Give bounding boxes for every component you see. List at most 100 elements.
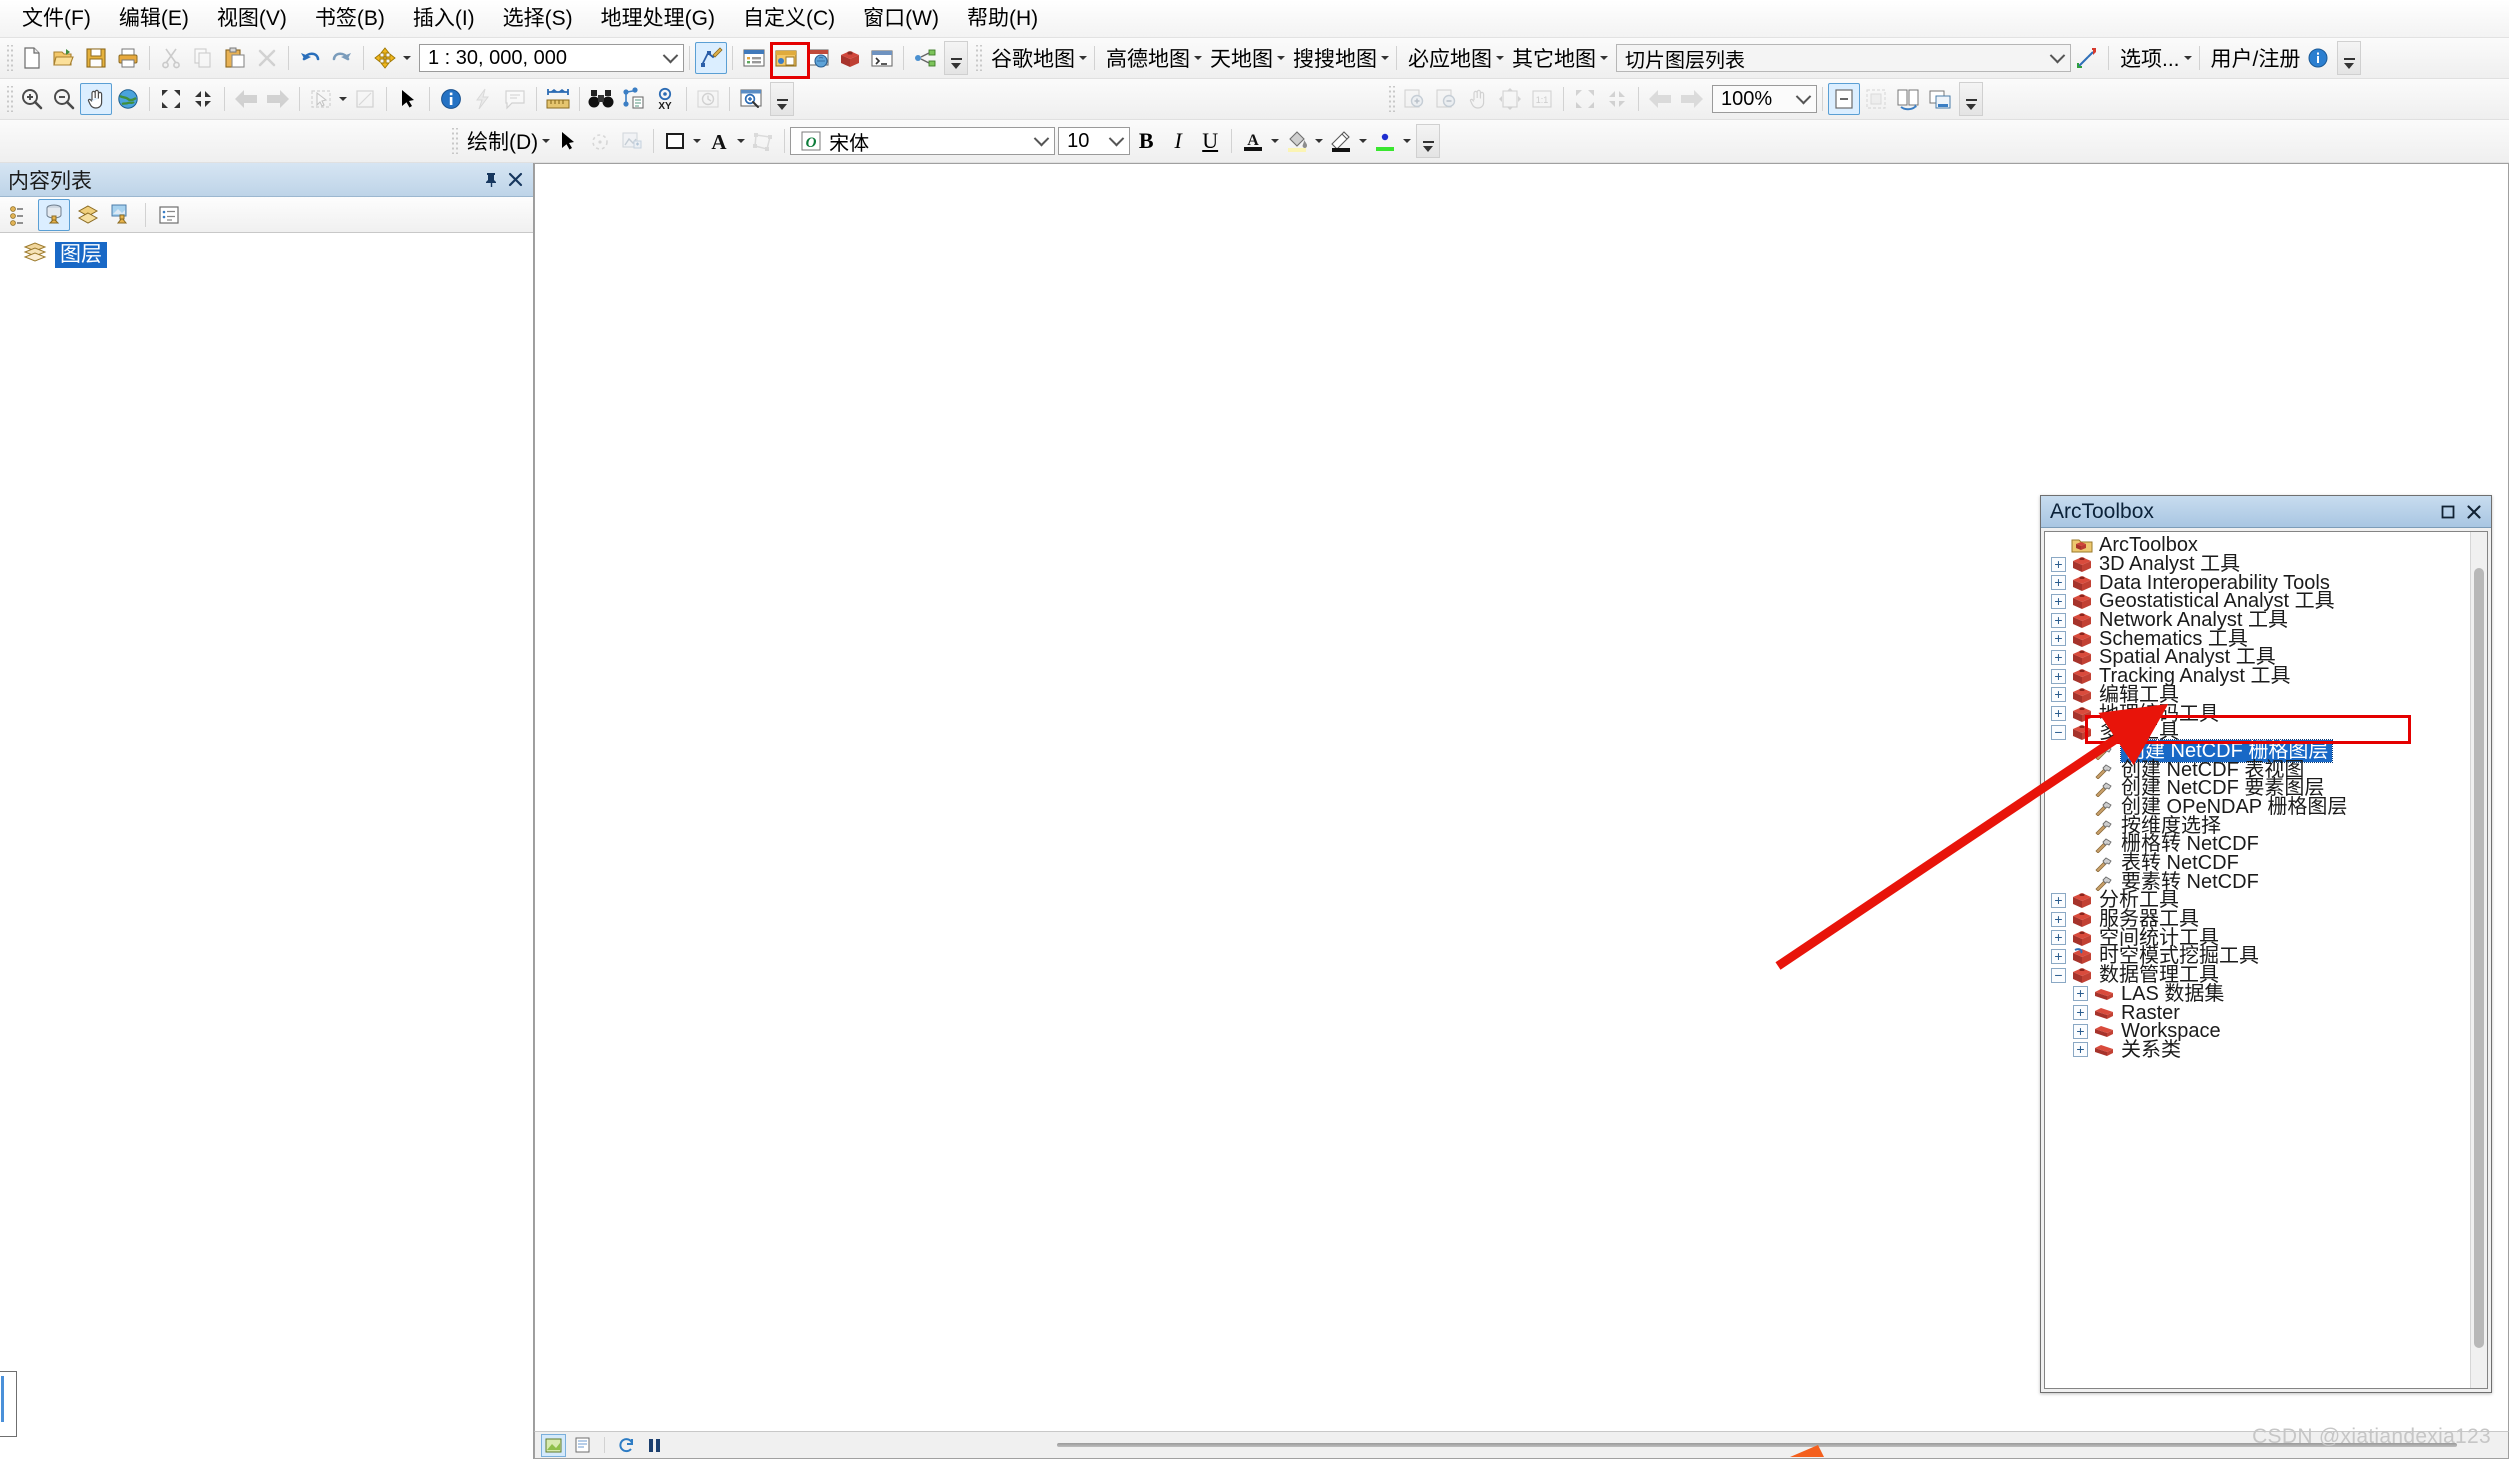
toolbox-tree-item[interactable]: 栅格转 NetCDF: [2045, 835, 2470, 854]
data-view-icon[interactable]: [541, 1434, 566, 1457]
toolbar-grip[interactable]: [5, 86, 13, 112]
tile-layer-list-combo[interactable]: 切片图层列表: [1616, 44, 2071, 72]
toolbox-tree-item[interactable]: +Raster: [2045, 1003, 2470, 1022]
editor-toolbar-icon[interactable]: [695, 42, 727, 74]
toolbar-grip[interactable]: [5, 45, 13, 71]
font-size-combo[interactable]: 10: [1058, 127, 1130, 155]
copy-icon[interactable]: [187, 42, 219, 74]
select-elements-icon[interactable]: [552, 125, 584, 157]
toolbox-tree-item[interactable]: 创建 OPeNDAP 栅格图层: [2045, 798, 2470, 817]
focus-data-frame-icon[interactable]: [1828, 83, 1860, 115]
select-features-dropdown-icon[interactable]: [337, 85, 349, 113]
go-forward-extent-icon[interactable]: [1676, 83, 1708, 115]
collapse-icon[interactable]: −: [2051, 968, 2066, 983]
change-layout-icon[interactable]: [1860, 83, 1892, 115]
catalog-window-icon[interactable]: [770, 42, 802, 74]
arctoolbox-tree[interactable]: ArcToolbox+3D Analyst 工具+Data Interopera…: [2045, 532, 2470, 1388]
toolbox-tree-item[interactable]: −数据管理工具: [2045, 966, 2470, 985]
expand-icon[interactable]: +: [2051, 594, 2066, 609]
font-color-dropdown-icon[interactable]: [1269, 127, 1281, 155]
underline-button[interactable]: U: [1194, 125, 1226, 157]
basemap-tianditu-label[interactable]: 天地图: [1204, 43, 1275, 73]
draw-menu-label[interactable]: 绘制(D): [461, 126, 540, 156]
toolbox-tree-item[interactable]: +服务器工具: [2045, 910, 2470, 929]
time-slider-icon[interactable]: [692, 83, 724, 115]
toolbox-tree-item[interactable]: +3D Analyst 工具: [2045, 555, 2470, 574]
arctoolbox-scrollbar[interactable]: [2470, 532, 2487, 1388]
basemap-google-dropdown-icon[interactable]: [1077, 44, 1089, 72]
expand-icon[interactable]: +: [2073, 986, 2088, 1001]
toolbox-tree-item[interactable]: +LAS 数据集: [2045, 985, 2470, 1004]
layout-zoom-out-icon[interactable]: [1430, 83, 1462, 115]
add-data-dropdown-icon[interactable]: [401, 44, 413, 72]
menu-item-customize[interactable]: 自定义(C): [729, 4, 849, 33]
toolbox-tree-item[interactable]: +Workspace: [2045, 1022, 2470, 1041]
basemap-amap-label[interactable]: 高德地图: [1100, 43, 1192, 73]
draw-toolbar-grip[interactable]: [450, 128, 458, 154]
info-circle-icon[interactable]: [2302, 42, 2334, 74]
expand-icon[interactable]: +: [2073, 1005, 2088, 1020]
pause-drawing-icon[interactable]: [643, 1435, 666, 1456]
basemap-bing-label[interactable]: 必应地图: [1402, 43, 1494, 73]
toolbox-tree-item[interactable]: +关系类: [2045, 1041, 2470, 1060]
toolbox-tree-item[interactable]: +Schematics 工具: [2045, 629, 2470, 648]
go-to-xy-icon[interactable]: XY: [649, 83, 681, 115]
toolbox-tree-item[interactable]: +时空模式挖掘工具: [2045, 947, 2470, 966]
basemap-other-label[interactable]: 其它地图: [1506, 43, 1598, 73]
save-icon[interactable]: [80, 42, 112, 74]
cut-icon[interactable]: [155, 42, 187, 74]
menu-item-selection[interactable]: 选择(S): [489, 4, 587, 33]
scrollbar-thumb[interactable]: [2474, 568, 2484, 1348]
toolbox-tree-item[interactable]: +Data Interoperability Tools: [2045, 573, 2470, 592]
expand-icon[interactable]: +: [2051, 706, 2066, 721]
basemap-tianditu-dropdown-icon[interactable]: [1275, 44, 1287, 72]
clear-selection-icon[interactable]: [349, 83, 381, 115]
chevron-down-icon[interactable]: [659, 45, 681, 71]
identify-info-icon[interactable]: [435, 83, 467, 115]
menu-item-help[interactable]: 帮助(H): [953, 4, 1052, 33]
new-rectangle-icon[interactable]: [659, 125, 691, 157]
search-window-icon[interactable]: [802, 42, 834, 74]
layout-view-icon[interactable]: [571, 1435, 594, 1456]
menu-item-file[interactable]: 文件(F): [8, 4, 105, 33]
list-by-source-icon[interactable]: [38, 199, 70, 231]
layout-zoom-in-icon[interactable]: [1398, 83, 1430, 115]
bold-button[interactable]: B: [1130, 125, 1162, 157]
maximize-icon[interactable]: [2435, 500, 2461, 524]
expand-icon[interactable]: +: [2051, 912, 2066, 927]
menu-item-windows[interactable]: 窗口(W): [849, 4, 953, 33]
toolbox-tree-item[interactable]: +Tracking Analyst 工具: [2045, 667, 2470, 686]
zoom-in-icon[interactable]: [16, 83, 48, 115]
marker-color-icon[interactable]: [1369, 125, 1401, 157]
next-extent-icon[interactable]: [262, 83, 294, 115]
user-register-label[interactable]: 用户/注册: [2205, 43, 2303, 73]
expand-icon[interactable]: +: [2073, 1042, 2088, 1057]
add-data-icon[interactable]: [369, 42, 401, 74]
line-color-dropdown-icon[interactable]: [1357, 127, 1369, 155]
toolbox-tree-item[interactable]: +Spatial Analyst 工具: [2045, 648, 2470, 667]
model-builder-icon[interactable]: [909, 42, 941, 74]
find-binoculars-icon[interactable]: [585, 83, 617, 115]
redo-icon[interactable]: [326, 42, 358, 74]
new-document-icon[interactable]: [16, 42, 48, 74]
edit-vertices-icon[interactable]: [616, 125, 648, 157]
collapsed-left-panel-stub[interactable]: [0, 1371, 17, 1437]
fixed-zoom-out-page-icon[interactable]: [1601, 83, 1633, 115]
font-family-combo[interactable]: O 宋体: [790, 127, 1055, 155]
measure-ruler-icon[interactable]: [542, 83, 574, 115]
zoom-out-icon[interactable]: [48, 83, 80, 115]
menu-item-view[interactable]: 视图(V): [203, 4, 301, 33]
menu-item-edit[interactable]: 编辑(E): [105, 4, 203, 33]
new-text-icon[interactable]: A: [703, 125, 735, 157]
zoom-whole-page-icon[interactable]: [1494, 83, 1526, 115]
print-icon[interactable]: [112, 42, 144, 74]
full-extent-globe-icon[interactable]: [112, 83, 144, 115]
layout-toolbar-grip[interactable]: [1387, 86, 1395, 112]
convert-graphics-icon[interactable]: [747, 125, 779, 157]
basemap-other-dropdown-icon[interactable]: [1598, 44, 1610, 72]
basemap-amap-dropdown-icon[interactable]: [1192, 44, 1204, 72]
refresh-icon[interactable]: [615, 1435, 638, 1456]
basemap-toolbar-overflow-button[interactable]: [2337, 41, 2361, 75]
delete-icon[interactable]: [251, 42, 283, 74]
draw-toolbar-overflow-button[interactable]: [1416, 124, 1440, 158]
